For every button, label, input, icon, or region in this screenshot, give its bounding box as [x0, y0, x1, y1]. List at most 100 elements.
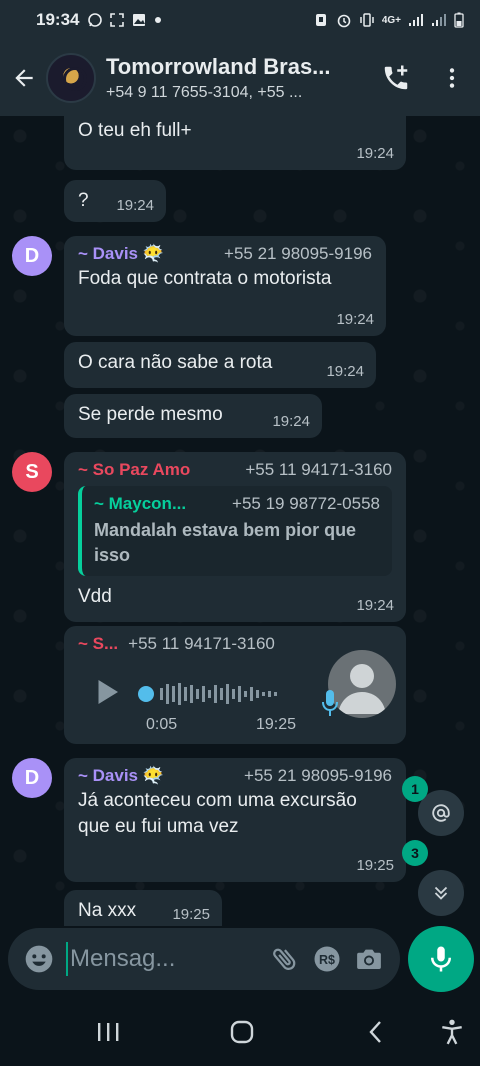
message-bubble[interactable]: O cara não sabe a rota 19:24 [64, 342, 376, 388]
paperclip-icon [273, 948, 296, 970]
mentions-badge: 1 [402, 776, 428, 802]
message-time: 19:24 [116, 197, 154, 214]
unread-badge: 3 [402, 840, 428, 866]
double-chevron-down-icon [434, 886, 448, 900]
chat-header: Tomorrowland Bras... +54 9 11 7655-3104,… [0, 40, 480, 116]
message-composer: Mensag... R$ [8, 928, 400, 990]
back-button[interactable] [2, 40, 46, 116]
add-call-icon [384, 65, 408, 90]
alarm-icon [337, 14, 351, 28]
accessibility-icon [442, 1019, 462, 1045]
sender-avatar[interactable]: D [12, 236, 52, 276]
camera-icon [357, 949, 381, 969]
message-text: Já aconteceu com uma excursão que eu fui… [78, 790, 357, 837]
dot-icon [155, 17, 162, 23]
scroll-to-bottom-button[interactable] [418, 870, 464, 916]
quoted-phone: +55 19 98772-0558 [232, 494, 380, 513]
at-icon [432, 804, 450, 822]
message-time: 19:25 [356, 857, 394, 874]
message-time: 19:24 [356, 597, 394, 614]
message-time: 19:25 [256, 716, 297, 733]
recent-apps-button[interactable] [90, 1014, 126, 1050]
real-currency-icon: R$ [314, 946, 340, 972]
back-nav-button[interactable] [358, 1014, 394, 1050]
arrow-back-icon [15, 69, 33, 87]
play-button[interactable] [88, 674, 124, 710]
quoted-text: Mandalah estava bem pior que isso [94, 520, 357, 565]
svg-text:R$: R$ [319, 953, 335, 967]
payment-button[interactable]: R$ [306, 938, 348, 980]
emoji-icon [25, 945, 53, 973]
accessibility-button[interactable] [434, 1014, 470, 1050]
group-avatar[interactable] [46, 53, 96, 103]
signal-2-icon [432, 14, 446, 26]
vibrate-icon [360, 13, 374, 27]
mic-badge [320, 688, 340, 718]
emoji-button[interactable] [18, 938, 60, 980]
screenshot-icon [110, 13, 125, 27]
sender-phone: +55 11 94171-3160 [128, 634, 275, 653]
sender-row: ~ Davis 😶‍🌫️ +55 21 98095-9196 [78, 244, 372, 264]
notification-icons [87, 12, 163, 28]
message-bubble[interactable]: Se perde mesmo 19:24 [64, 394, 322, 438]
chevron-left-icon [369, 1021, 381, 1043]
camera-button[interactable] [348, 938, 390, 980]
message-bubble[interactable]: ~ Davis 😶‍🌫️ +55 21 98095-9196 Já aconte… [64, 758, 406, 882]
sender-row: ~ Davis 😶‍🌫️ +55 21 98095-9196 [78, 766, 392, 786]
chat-messages[interactable]: O teu eh full+ 19:24 ? 19:24 D ~ Davis 😶… [0, 116, 480, 926]
recent-apps-icon [98, 1023, 119, 1041]
add-call-button[interactable] [368, 48, 424, 108]
signal-icon [409, 14, 423, 26]
message-text: O cara não sabe a rota [78, 352, 273, 373]
message-text: O teu eh full+ [78, 120, 192, 141]
sync-icon [315, 14, 326, 26]
voice-message-bubble[interactable]: ~ S... +55 11 94171-3160 0:05 19:25 [64, 626, 406, 744]
sender-avatar[interactable]: S [12, 452, 52, 492]
status-time: 19:34 [36, 10, 80, 29]
message-bubble[interactable]: Na xxx 19:25 [64, 890, 222, 926]
message-time: 19:24 [272, 413, 310, 430]
home-button[interactable] [224, 1014, 260, 1050]
image-icon [133, 14, 146, 26]
battery-icon [454, 12, 464, 28]
sender-name[interactable]: ~ Davis 😶‍🌫️ [78, 766, 164, 786]
chat-title-block[interactable]: Tomorrowland Bras... +54 9 11 7655-3104,… [106, 54, 368, 102]
sender-name[interactable]: ~ Davis 😶‍🌫️ [78, 244, 164, 264]
message-time: 19:24 [326, 363, 364, 380]
quoted-message[interactable]: ~ Maycon... +55 19 98772-0558 Mandalah e… [78, 486, 392, 576]
system-icons: 4G+ [313, 12, 464, 28]
sender-phone: +55 11 94171-3160 [245, 460, 392, 479]
voice-record-button[interactable] [408, 926, 474, 992]
message-bubble[interactable]: ~ Davis 😶‍🌫️ +55 21 98095-9196 Foda que … [64, 236, 386, 336]
sender-row: ~ S... +55 11 94171-3160 [78, 634, 392, 654]
voice-duration: 0:05 [146, 716, 178, 733]
message-bubble[interactable]: O teu eh full+ 19:24 [64, 116, 406, 170]
voice-waveform[interactable] [138, 680, 298, 708]
play-icon [98, 680, 118, 704]
sender-avatar[interactable]: D [12, 758, 52, 798]
message-input[interactable]: Mensag... [66, 942, 264, 976]
sender-name[interactable]: ~ S... [78, 634, 118, 654]
message-time: 19:24 [356, 145, 394, 162]
message-text: Foda que contrata o motorista [78, 268, 332, 289]
mic-icon [322, 690, 338, 716]
message-time: 19:25 [172, 906, 210, 923]
quoted-sender: ~ Maycon... [94, 494, 187, 513]
message-bubble[interactable]: ? 19:24 [64, 180, 166, 222]
sender-name[interactable]: ~ So Paz Amo [78, 460, 190, 480]
more-vert-icon [449, 68, 455, 88]
sender-row: ~ So Paz Amo +55 11 94171-3160 [78, 460, 392, 480]
network-type: 4G+ [381, 14, 401, 26]
message-text: Vdd [78, 586, 112, 607]
more-options-button[interactable] [424, 48, 480, 108]
system-navigation-bar [0, 998, 480, 1066]
whatsapp-icon [88, 13, 103, 27]
message-time: 19:24 [336, 311, 374, 328]
message-bubble[interactable]: ~ So Paz Amo +55 11 94171-3160 ~ Maycon.… [64, 452, 406, 622]
group-members: +54 9 11 7655-3104, +55 ... [106, 84, 303, 101]
sender-phone: +55 21 98095-9196 [224, 244, 372, 263]
attach-button[interactable] [264, 938, 306, 980]
home-icon [230, 1020, 254, 1044]
group-name: Tomorrowland Bras... [106, 54, 331, 79]
mic-icon [431, 946, 451, 972]
